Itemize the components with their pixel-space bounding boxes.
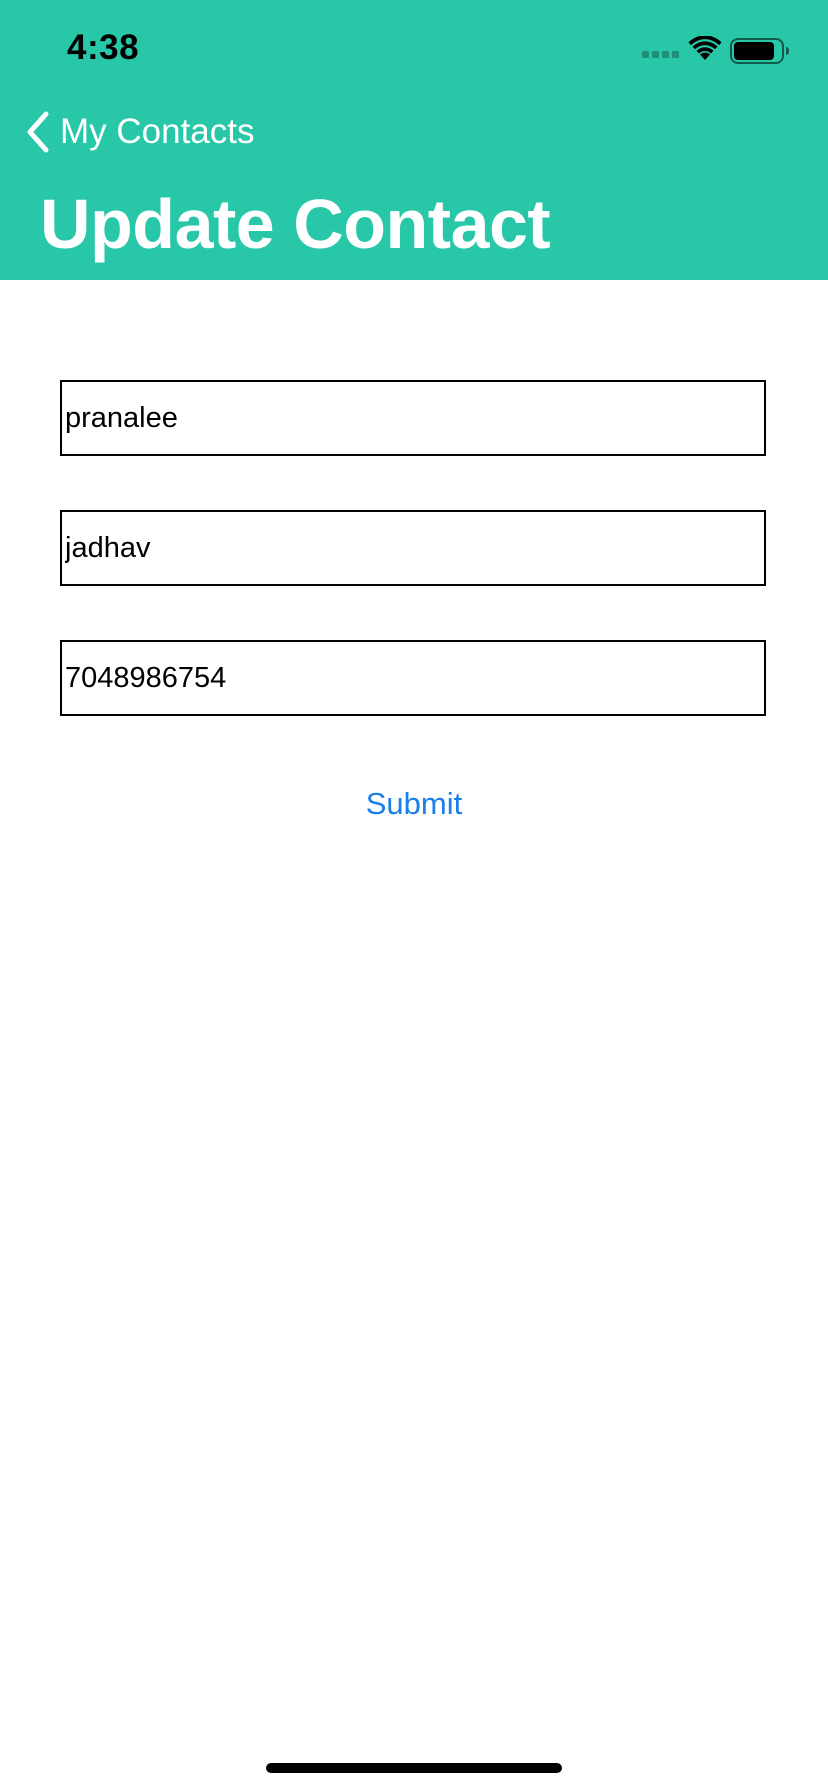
phone-field[interactable] — [60, 640, 766, 716]
submit-button[interactable]: Submit — [0, 786, 828, 822]
back-button-label: My Contacts — [60, 112, 255, 151]
page-title: Update Contact — [40, 185, 551, 263]
home-indicator — [266, 1763, 562, 1773]
navigation-header: 4:38 My Contacts Update Contact — [0, 0, 828, 280]
battery-icon — [730, 38, 789, 64]
status-icons — [642, 34, 792, 66]
cellular-signal-icon — [642, 51, 681, 59]
first-name-field[interactable] — [60, 380, 766, 456]
wifi-icon — [688, 36, 722, 60]
last-name-field[interactable] — [60, 510, 766, 586]
chevron-left-icon — [27, 111, 49, 153]
back-button[interactable]: My Contacts — [24, 108, 255, 156]
status-time: 4:38 — [67, 28, 140, 67]
